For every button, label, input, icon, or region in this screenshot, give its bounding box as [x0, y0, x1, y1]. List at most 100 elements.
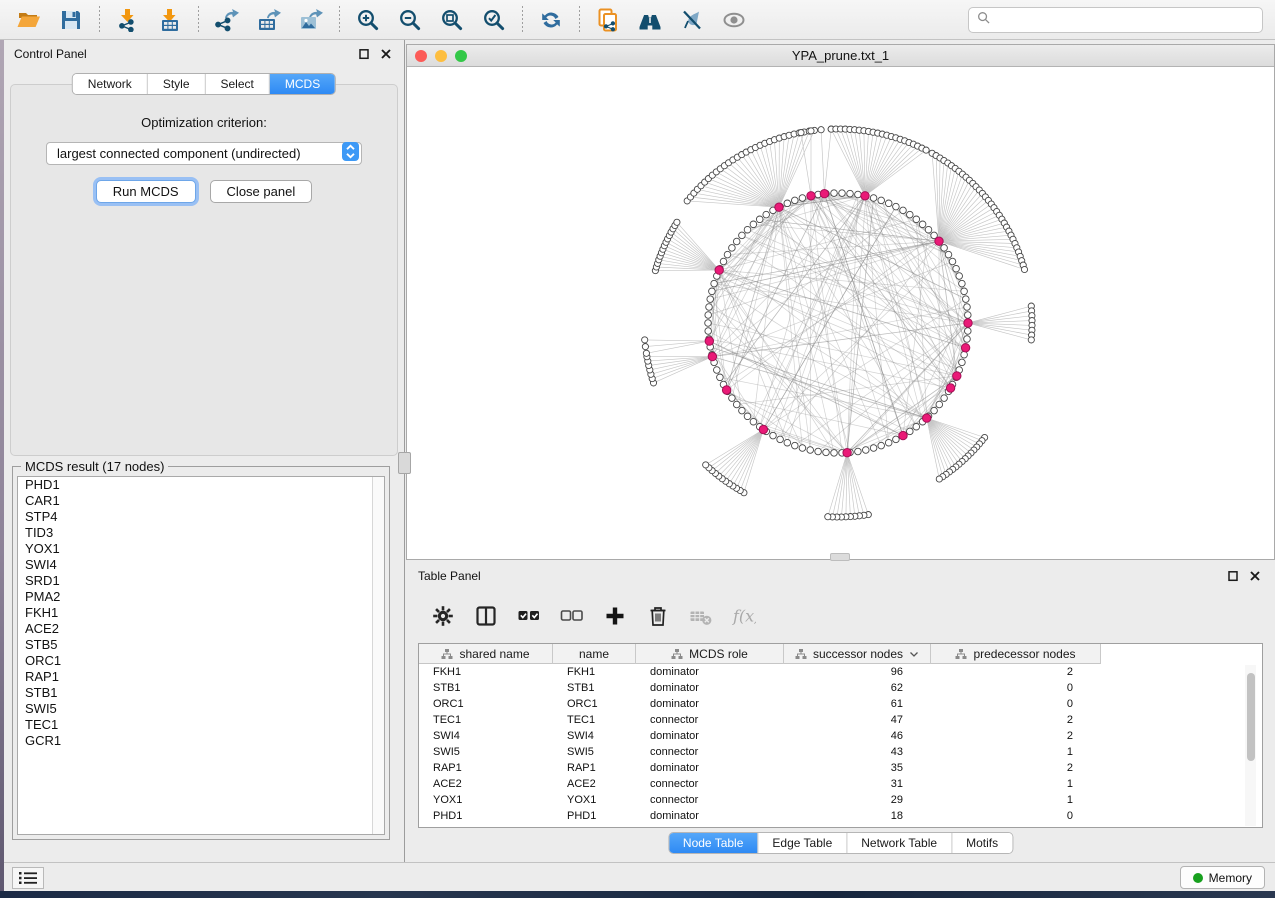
graph-satellite-node[interactable]: [936, 476, 942, 482]
graph-satellite-node[interactable]: [642, 344, 648, 350]
graph-node[interactable]: [724, 251, 731, 258]
graph-node[interactable]: [815, 448, 822, 455]
graph-node[interactable]: [885, 439, 892, 446]
network-canvas[interactable]: [407, 67, 1274, 559]
mcds-result-item[interactable]: TID3: [18, 525, 384, 541]
graph-node[interactable]: [807, 447, 814, 454]
mcds-result-item[interactable]: FKH1: [18, 605, 384, 621]
graph-node[interactable]: [739, 407, 746, 414]
graph-node[interactable]: [709, 288, 716, 295]
graph-mcds-hub-node[interactable]: [807, 192, 815, 200]
zoom-in-icon[interactable]: [351, 4, 385, 36]
graph-node[interactable]: [964, 304, 971, 311]
graph-mcds-hub-node[interactable]: [705, 337, 713, 345]
settings-gear-icon[interactable]: [430, 603, 456, 629]
graph-mcds-hub-node[interactable]: [961, 344, 969, 352]
close-panel-button[interactable]: Close panel: [210, 180, 313, 203]
add-column-icon[interactable]: [602, 603, 628, 629]
mcds-result-item[interactable]: GCR1: [18, 733, 384, 749]
graph-satellite-node[interactable]: [825, 514, 831, 520]
graph-node[interactable]: [784, 439, 791, 446]
table-row[interactable]: YOX1YOX1connector291: [419, 792, 1262, 808]
criterion-dropdown[interactable]: largest connected component (undirected): [46, 142, 362, 165]
mcds-result-item[interactable]: PHD1: [18, 477, 384, 493]
graph-node[interactable]: [885, 200, 892, 207]
float-table-panel-icon[interactable]: [1225, 568, 1241, 584]
graph-mcds-hub-node[interactable]: [935, 237, 943, 245]
tab-network-table[interactable]: Network Table: [846, 833, 951, 853]
graph-node[interactable]: [784, 200, 791, 207]
graph-satellite-node[interactable]: [1021, 266, 1027, 272]
graph-node[interactable]: [900, 207, 907, 214]
graph-node[interactable]: [870, 445, 877, 452]
graph-node[interactable]: [878, 197, 885, 204]
graph-node[interactable]: [870, 195, 877, 202]
search-binoculars-icon[interactable]: [633, 4, 667, 36]
horizontal-splitter-grip[interactable]: [830, 553, 850, 561]
table-row[interactable]: ACE2ACE2connector311: [419, 776, 1262, 792]
mcds-result-list[interactable]: PHD1CAR1STP4TID3YOX1SWI4SRD1PMA2FKH1ACE2…: [17, 476, 385, 835]
tab-style[interactable]: Style: [147, 74, 205, 94]
graph-mcds-hub-node[interactable]: [964, 319, 972, 327]
delete-column-icon[interactable]: [645, 603, 671, 629]
graph-mcds-hub-node[interactable]: [953, 372, 961, 380]
refresh-layout-icon[interactable]: [534, 4, 568, 36]
select-all-icon[interactable]: [516, 603, 542, 629]
graph-node[interactable]: [964, 336, 971, 343]
graph-node[interactable]: [711, 280, 718, 287]
tab-network[interactable]: Network: [73, 74, 147, 94]
mcds-result-item[interactable]: SRD1: [18, 573, 384, 589]
graph-node[interactable]: [770, 432, 777, 439]
graph-node[interactable]: [799, 445, 806, 452]
graph-satellite-node[interactable]: [643, 350, 649, 356]
graph-mcds-hub-node[interactable]: [775, 203, 783, 211]
deselect-all-icon[interactable]: [559, 603, 585, 629]
graph-node[interactable]: [919, 221, 926, 228]
column-header-MCDS-role[interactable]: MCDS role: [636, 644, 784, 664]
graph-node[interactable]: [705, 320, 712, 327]
graph-node[interactable]: [831, 190, 838, 197]
graph-node[interactable]: [714, 367, 721, 374]
mcds-result-item[interactable]: ORC1: [18, 653, 384, 669]
graph-node[interactable]: [907, 211, 914, 218]
graph-mcds-hub-node[interactable]: [923, 414, 931, 422]
table-row[interactable]: SWI4SWI4dominator462: [419, 728, 1262, 744]
graph-node[interactable]: [949, 258, 956, 265]
graph-mcds-hub-node[interactable]: [843, 449, 851, 457]
graph-node[interactable]: [744, 413, 751, 420]
graph-satellite-node[interactable]: [642, 337, 648, 343]
graph-node[interactable]: [792, 197, 799, 204]
graph-mcds-hub-node[interactable]: [861, 192, 869, 200]
mcds-result-item[interactable]: YOX1: [18, 541, 384, 557]
graph-mcds-hub-node[interactable]: [715, 266, 723, 274]
table-row[interactable]: ORC1ORC1dominator610: [419, 696, 1262, 712]
graph-node[interactable]: [925, 226, 932, 233]
open-file-icon[interactable]: [12, 4, 46, 36]
mcds-result-item[interactable]: ACE2: [18, 621, 384, 637]
graph-mcds-hub-node[interactable]: [722, 386, 730, 394]
save-session-icon[interactable]: [54, 4, 88, 36]
graph-node[interactable]: [855, 191, 862, 198]
graph-node[interactable]: [705, 312, 712, 319]
graph-node[interactable]: [739, 232, 746, 239]
tab-edge-table[interactable]: Edge Table: [757, 833, 846, 853]
graph-satellite-node[interactable]: [798, 130, 804, 136]
table-row[interactable]: PHD1PHD1dominator180: [419, 808, 1262, 824]
graph-node[interactable]: [936, 401, 943, 408]
close-table-panel-icon[interactable]: [1247, 568, 1263, 584]
graph-node[interactable]: [777, 436, 784, 443]
mcds-result-item[interactable]: STB1: [18, 685, 384, 701]
mcds-result-item[interactable]: SWI5: [18, 701, 384, 717]
graph-node[interactable]: [907, 428, 914, 435]
graph-node[interactable]: [729, 245, 736, 252]
mcds-list-scrollbar[interactable]: [372, 477, 384, 834]
graph-satellite-node[interactable]: [1028, 337, 1034, 343]
graph-node[interactable]: [878, 442, 885, 449]
tab-motifs[interactable]: Motifs: [951, 833, 1012, 853]
graph-mcds-hub-node[interactable]: [759, 425, 767, 433]
graph-node[interactable]: [839, 190, 846, 197]
table-row[interactable]: TEC1TEC1connector472: [419, 712, 1262, 728]
graph-node[interactable]: [733, 401, 740, 408]
graph-node[interactable]: [941, 245, 948, 252]
float-panel-icon[interactable]: [356, 46, 372, 62]
